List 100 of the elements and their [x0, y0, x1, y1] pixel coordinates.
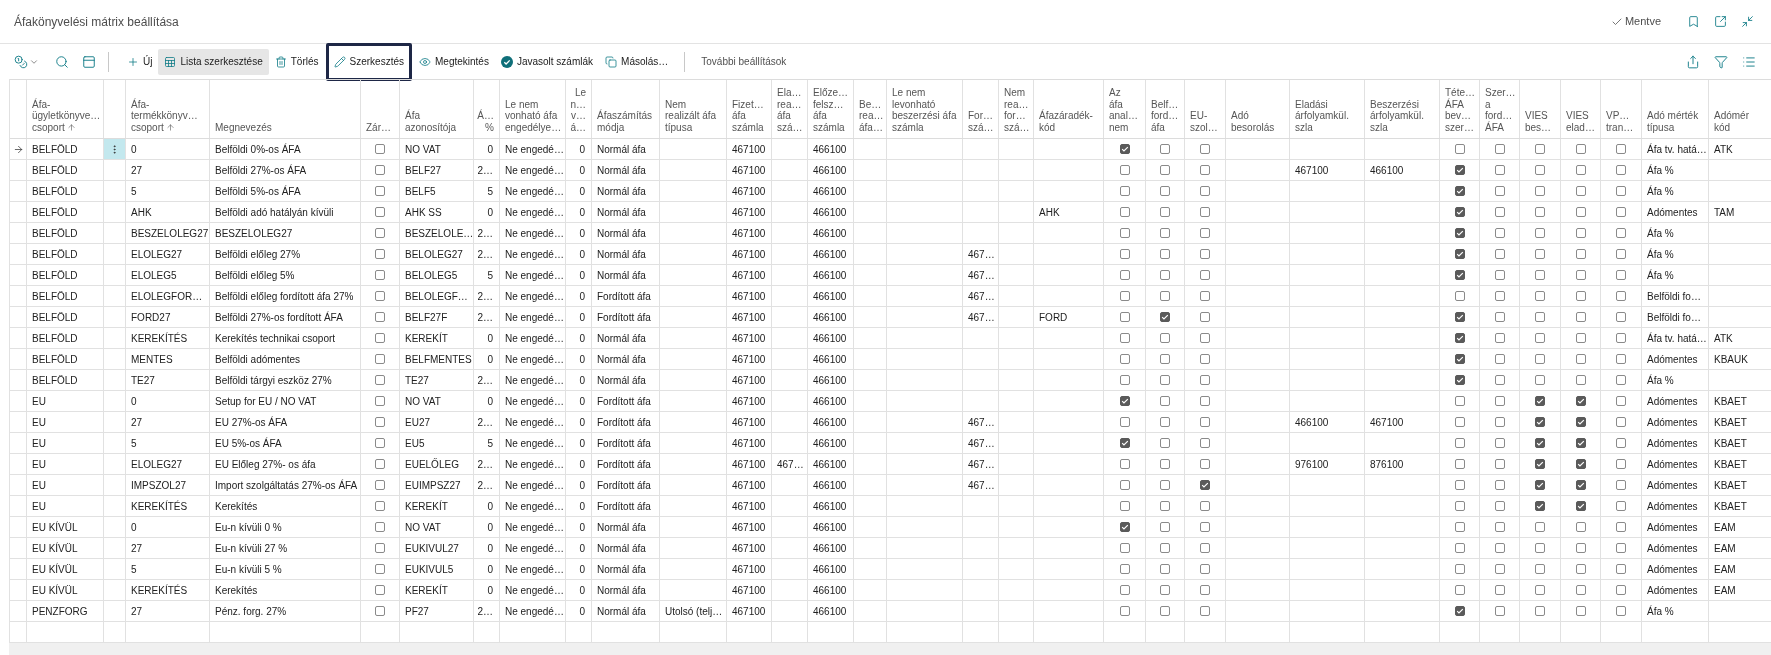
checkbox[interactable] — [375, 354, 385, 364]
checkbox[interactable] — [1616, 459, 1626, 469]
table-row[interactable]: BELFÖLD ELOLEG27 Belföldi előleg 27% BELOLEG27 2… Ne engedé… 0 Normál áfa 467100 466100 467… Áfa % — [10, 244, 1771, 265]
table-row[interactable]: EU 0 Setup for EU / NO VAT NO VAT 0 Ne engedé… 0 Fordított áfa 467100 466100 Adómentes KBAET — [10, 391, 1771, 412]
table-row[interactable]: PENZFORG 27 Pénz. forg. 27% PF27 2… Ne engedé… 0 Normál áfa Utolsó (telj… 467100 466100 Áfa % — [10, 601, 1771, 622]
checkbox[interactable] — [1616, 501, 1626, 511]
table-row[interactable]: BELFÖLD 0 Belföldi 0%-os ÁFA NO VAT 0 Ne engedé… 0 Normál áfa 467100 466100 Áfa tv. hatá… ATK — [10, 139, 1771, 160]
column-header[interactable]: Áfa- termékkönyv… csoport — [131, 98, 198, 133]
column-header[interactable]: Beszerzési árfolyamkül. szla — [1370, 98, 1424, 133]
checkbox[interactable] — [1535, 144, 1545, 154]
checkbox[interactable] — [1160, 480, 1170, 490]
checkbox[interactable] — [1616, 207, 1626, 217]
checkbox[interactable] — [1494, 291, 1505, 301]
checkbox[interactable] — [1119, 606, 1130, 616]
table-row[interactable]: EU KEREKÍTÉS Kerekítés KEREKÍT 0 Ne engedé… 0 Fordított áfa 467100 466100 Adómentes KBAET — [10, 496, 1771, 517]
table-row[interactable]: BELFÖLD ELOLEG5 Belföldi előleg 5% BELOLEG5 5 Ne engedé… 0 Normál áfa 467100 466100 467… Áfa % — [10, 265, 1771, 286]
checkbox[interactable] — [1160, 375, 1170, 385]
checkbox[interactable] — [1494, 417, 1505, 427]
checkbox[interactable] — [1119, 375, 1130, 385]
checkbox[interactable] — [1119, 522, 1130, 532]
checkbox[interactable] — [1119, 501, 1130, 511]
checkbox[interactable] — [1119, 270, 1130, 280]
table-row[interactable]: BELFÖLD 5 Belföldi 5%-os ÁFA BELF5 5 Ne engedé… 0 Normál áfa 467100 466100 Áfa % — [10, 181, 1771, 202]
checkbox[interactable] — [1575, 270, 1586, 280]
checkbox[interactable] — [1160, 312, 1170, 322]
checkbox[interactable] — [1119, 144, 1130, 154]
checkbox[interactable] — [1200, 375, 1210, 385]
column-header[interactable]: Zár… — [366, 121, 391, 133]
table-row[interactable]: BELFÖLD ELOLEGFOR… Belföldi előleg fordított áfa 27% BELOLEGF… 2… Ne engedé… 0 Fordított áfa 467100 466100 467… Belföldi fo… — [10, 286, 1771, 307]
checkbox[interactable] — [1454, 270, 1465, 280]
checkbox[interactable] — [1535, 417, 1545, 427]
checkbox[interactable] — [1454, 291, 1465, 301]
checkbox[interactable] — [1160, 165, 1170, 175]
checkbox[interactable] — [1494, 438, 1505, 448]
checkbox[interactable] — [1119, 228, 1130, 238]
checkbox[interactable] — [1494, 480, 1505, 490]
checkbox[interactable] — [1535, 333, 1545, 343]
checkbox[interactable] — [1200, 522, 1210, 532]
checkbox[interactable] — [1616, 144, 1626, 154]
column-header[interactable]: Téte… ÁFA bev… szer… — [1445, 87, 1475, 133]
checkbox[interactable] — [1616, 438, 1626, 448]
checkbox[interactable] — [1494, 501, 1505, 511]
checkbox[interactable] — [1616, 249, 1626, 259]
checkbox[interactable] — [1575, 543, 1586, 553]
checkbox[interactable] — [1494, 186, 1505, 196]
horizontal-scrollbar[interactable] — [9, 643, 1771, 655]
table-row[interactable]: EU 27 EU 27%-os ÁFA EU27 2… Ne engedé… 0 Fordított áfa 467100 466100 467… 466100 467100 Adómentes KBAET — [10, 412, 1771, 433]
checkbox[interactable] — [1616, 354, 1626, 364]
checkbox[interactable] — [1535, 564, 1545, 574]
column-header[interactable]: Nem realizált áfa típusa — [665, 98, 717, 133]
checkbox[interactable] — [1575, 501, 1586, 511]
checkbox[interactable] — [1616, 228, 1626, 238]
checkbox[interactable] — [1575, 564, 1586, 574]
checkbox[interactable] — [375, 501, 385, 511]
open-in-new-window-button[interactable] — [1714, 15, 1727, 28]
checkbox[interactable] — [375, 417, 385, 427]
checkbox[interactable] — [1454, 228, 1465, 238]
checkbox[interactable] — [1535, 396, 1545, 406]
checkbox[interactable] — [1160, 396, 1170, 406]
checkbox[interactable] — [1454, 543, 1465, 553]
column-header[interactable]: Az áfa anal… nem — [1109, 87, 1138, 133]
checkbox[interactable] — [1616, 396, 1626, 406]
checkbox[interactable] — [375, 165, 385, 175]
edit-button[interactable]: Szerkesztés — [325, 42, 412, 81]
new-button[interactable]: Új — [121, 48, 159, 75]
column-header[interactable]: Belf… ford… áfa — [1151, 98, 1179, 133]
checkbox[interactable] — [1160, 522, 1170, 532]
checkbox[interactable] — [1575, 291, 1586, 301]
checkbox[interactable] — [1575, 249, 1586, 259]
checkbox[interactable] — [1454, 186, 1465, 196]
checkbox[interactable] — [1200, 270, 1210, 280]
checkbox[interactable] — [1616, 417, 1626, 427]
checkbox[interactable] — [1616, 585, 1626, 595]
table-row[interactable]: BELFÖLD TE27 Belföldi tárgyi eszköz 27% TE27 2… Ne engedé… 0 Normál áfa 467100 466100 Áfa % — [10, 370, 1771, 391]
filter-button[interactable] — [1714, 54, 1728, 69]
column-header[interactable]: Szer… a ford… ÁFA — [1485, 87, 1516, 133]
column-header[interactable]: Áfa azonosítója — [405, 110, 457, 133]
checkbox[interactable] — [1575, 228, 1586, 238]
checkbox[interactable] — [1575, 438, 1586, 448]
checkbox[interactable] — [1616, 375, 1626, 385]
checkbox[interactable] — [1160, 207, 1170, 217]
column-header[interactable]: Előze… felsz… áfa számla — [813, 87, 848, 133]
table-row[interactable]: BELFÖLD 27 Belföldi 27%-os ÁFA BELF27 2… Ne engedé… 0 Normál áfa 467100 466100 467100 466100 Áfa % — [10, 160, 1771, 181]
checkbox[interactable] — [375, 438, 385, 448]
checkbox[interactable] — [1119, 249, 1130, 259]
column-header[interactable]: Áfa- ügyletkönyve… csoport — [32, 98, 101, 133]
checkbox[interactable] — [1200, 438, 1210, 448]
checkbox[interactable] — [1200, 585, 1210, 595]
checkbox[interactable] — [1494, 228, 1505, 238]
checkbox[interactable] — [1119, 543, 1130, 553]
checkbox[interactable] — [1160, 333, 1170, 343]
checkbox[interactable] — [1200, 207, 1210, 217]
checkbox[interactable] — [1616, 186, 1626, 196]
column-header[interactable]: Adómér kód — [1714, 110, 1749, 133]
checkbox[interactable] — [1119, 165, 1130, 175]
checkbox[interactable] — [1200, 606, 1210, 616]
checkbox[interactable] — [375, 480, 385, 490]
checkbox[interactable] — [1454, 249, 1465, 259]
checkbox[interactable] — [375, 522, 385, 532]
checkbox[interactable] — [1454, 165, 1465, 175]
